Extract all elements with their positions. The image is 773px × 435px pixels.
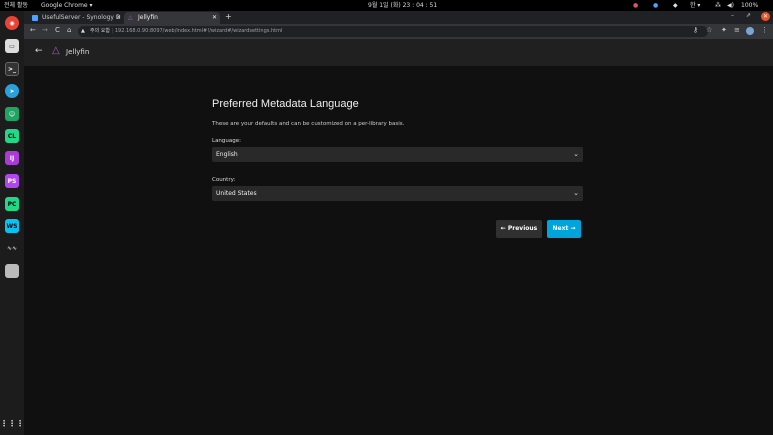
activities-button[interactable]: 전체 활동 — [4, 0, 28, 11]
app-header: ← △ Jellyfin — [24, 39, 773, 66]
url-text: 192.168.0.90:8097/web/index.html#!/wizar… — [114, 28, 283, 34]
tray-status-icon[interactable]: ◆ — [673, 0, 678, 11]
app-icon[interactable]: ☺ — [5, 107, 19, 121]
minimize-icon[interactable]: – — [731, 12, 734, 19]
browser-tab-strip: UsefulServer - Synology D ✕ △ Jellyfin ✕… — [24, 11, 773, 24]
document-icon[interactable] — [5, 264, 19, 278]
telegram-icon[interactable]: ➤ — [5, 84, 19, 98]
notification-icon[interactable]: ● — [633, 0, 638, 11]
app-dock: ◉ ▭ >_ ➤ ☺ CL IJ PS PC WS ∿∿ ⋮⋮⋮ — [0, 11, 24, 435]
media-icon[interactable]: ≡ — [734, 26, 740, 34]
previous-button[interactable]: ← Previous — [496, 220, 542, 238]
waveform-icon[interactable]: ∿∿ — [5, 241, 19, 255]
warning-icon[interactable]: ▲ — [81, 26, 85, 37]
system-top-bar: 전체 활동 Google Chrome ▾ 9월 1일 (화) 23 : 04 … — [0, 0, 773, 11]
tab-jellyfin[interactable]: △ Jellyfin ✕ — [124, 12, 220, 24]
files-icon[interactable]: ▭ — [5, 39, 19, 53]
phpstorm-icon[interactable]: PS — [5, 174, 19, 188]
back-icon[interactable]: ← — [30, 26, 36, 34]
restore-icon[interactable]: ⇗ — [746, 12, 751, 19]
metadata-language-form: Preferred Metadata Language These are yo… — [212, 98, 583, 201]
country-label: Country: — [212, 177, 236, 183]
language-select[interactable]: English ⌄ — [212, 147, 583, 162]
tab-label: UsefulServer - Synology D — [42, 14, 121, 21]
intellij-icon[interactable]: IJ — [5, 151, 19, 165]
home-icon[interactable]: ⌂ — [67, 26, 71, 34]
url-bar[interactable]: ▲ 주의 요함 | 192.168.0.90:8097/web/index.ht… — [78, 26, 708, 37]
close-tab-icon[interactable]: ✕ — [116, 12, 121, 24]
close-window-icon[interactable]: ✕ — [761, 12, 770, 21]
menu-icon[interactable]: ⋮ — [761, 26, 768, 34]
country-value: United States — [216, 190, 257, 197]
page-description: These are your defaults and can be custo… — [212, 121, 405, 127]
battery-indicator[interactable]: 100% — [741, 0, 758, 11]
volume-icon[interactable]: ◀) — [727, 0, 734, 11]
jellyfin-page: ← △ Jellyfin Preferred Metadata Language… — [24, 39, 773, 435]
chrome-icon[interactable]: ◉ — [5, 16, 19, 30]
new-tab-icon[interactable]: + — [225, 12, 232, 21]
input-method[interactable]: 한 ▾ — [690, 0, 700, 11]
tray-app-icon[interactable]: ● — [653, 0, 658, 11]
close-tab-icon[interactable]: ✕ — [212, 12, 217, 24]
synology-icon — [32, 15, 38, 21]
chevron-down-icon: ⌄ — [573, 150, 579, 158]
system-clock[interactable]: 9월 1일 (화) 23 : 04 : 51 — [368, 0, 437, 11]
tab-label: Jellyfin — [138, 14, 158, 21]
page-title: Preferred Metadata Language — [212, 98, 359, 110]
next-button[interactable]: Next → — [547, 220, 581, 238]
security-label: 주의 요함 — [90, 28, 110, 34]
chevron-down-icon: ⌄ — [573, 189, 579, 197]
language-label: Language: — [212, 138, 241, 144]
country-select[interactable]: United States ⌄ — [212, 186, 583, 201]
language-value: English — [216, 151, 238, 158]
browser-toolbar: ← → C ⌂ ▲ 주의 요함 | 192.168.0.90:8097/web/… — [24, 24, 773, 39]
app-grid-icon[interactable]: ⋮⋮⋮ — [0, 416, 24, 430]
forward-icon[interactable]: → — [42, 26, 48, 34]
pycharm-icon[interactable]: PC — [5, 197, 19, 211]
clion-icon[interactable]: CL — [5, 129, 19, 143]
terminal-icon[interactable]: >_ — [5, 62, 19, 76]
app-name: Jellyfin — [66, 48, 90, 56]
extensions-icon[interactable]: ✦ — [721, 26, 727, 34]
profile-avatar[interactable] — [746, 27, 754, 35]
reload-icon[interactable]: C — [55, 26, 60, 34]
back-arrow-icon[interactable]: ← — [35, 46, 43, 56]
network-icon[interactable]: ⁂ — [715, 0, 721, 11]
webstorm-icon[interactable]: WS — [5, 219, 19, 233]
tab-usefulserver[interactable]: UsefulServer - Synology D ✕ — [28, 12, 124, 24]
jellyfin-logo-icon: △ — [52, 45, 60, 56]
key-icon[interactable]: ⚷ — [693, 26, 698, 34]
app-menu[interactable]: Google Chrome ▾ — [41, 0, 93, 11]
jellyfin-tab-icon: △ — [128, 14, 133, 21]
bookmark-star-icon[interactable]: ☆ — [706, 26, 712, 34]
